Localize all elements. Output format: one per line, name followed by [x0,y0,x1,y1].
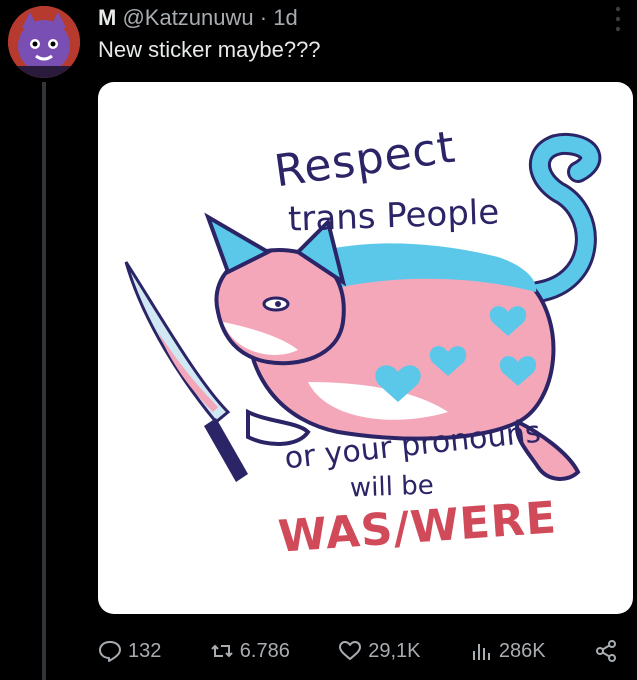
repost-icon [211,644,233,658]
share-button[interactable] [594,639,618,663]
repost-button[interactable]: 6.786 [210,639,290,663]
thread-line [42,82,46,680]
repost-count: 6.786 [239,639,290,662]
reply-icon [99,641,121,662]
handle[interactable]: @Katzunuwu [122,5,253,30]
reply-count: 132 [128,639,162,662]
reply-button[interactable]: 132 [98,639,161,663]
display-name[interactable]: M [98,5,116,30]
views-icon [472,644,490,660]
share-icon [595,640,616,662]
action-bar: 132 6.786 29,1K 286K [98,634,618,668]
separator: · [259,5,268,30]
views-count: 286K [498,639,546,662]
sticker-text-trans-people: trans People [287,192,500,240]
heart-icon [339,641,362,660]
views-button[interactable]: 286K [469,639,546,663]
like-count: 29,1K [368,639,421,662]
avatar-image [8,6,80,78]
avatar[interactable] [8,6,80,78]
post-text: New sticker maybe??? [98,37,321,62]
post-header: M @Katzunuwu · 1d [98,4,298,32]
post-image[interactable]: Respect trans People or your pronouns wi… [98,82,633,614]
like-button[interactable]: 29,1K [338,639,420,663]
timestamp[interactable]: 1d [273,5,297,30]
more-vertical-icon[interactable] [615,6,621,32]
sticker-text-will-be: will be [349,470,435,504]
